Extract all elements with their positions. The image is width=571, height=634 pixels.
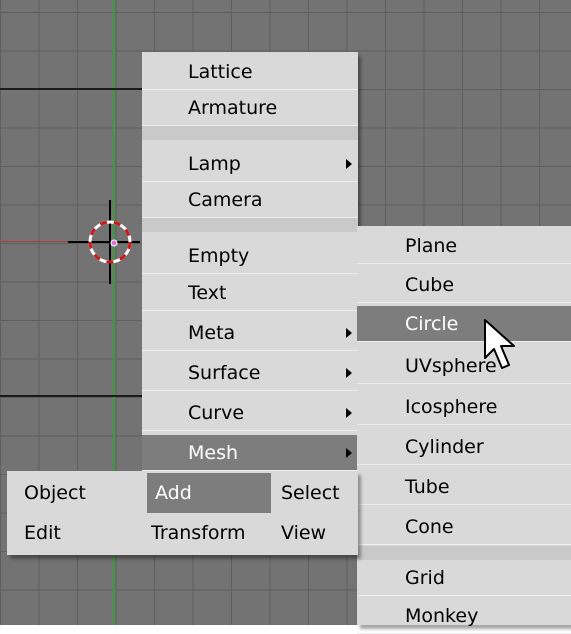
menu-edit-label: Edit: [24, 522, 61, 544]
menu-item-label: Mesh: [188, 442, 239, 464]
mouse-pointer-icon: [484, 319, 515, 369]
menu-item-label: Text: [188, 282, 227, 304]
menu-separator: [357, 546, 571, 560]
mesh-item-uvsphere[interactable]: UVsphere: [357, 348, 571, 384]
submenu-arrow-icon: [346, 448, 352, 458]
menu-select[interactable]: Select: [277, 473, 358, 513]
submenu-arrow-icon: [346, 408, 352, 418]
menu-object[interactable]: Object: [7, 473, 147, 513]
menu-view-label: View: [281, 522, 327, 544]
menu-item-lattice[interactable]: Lattice: [142, 54, 358, 90]
menu-item-label: Cone: [405, 516, 454, 538]
menu-item-label: Lamp: [188, 153, 241, 175]
menu-add-label: Add: [155, 482, 192, 504]
menu-item-label: Tube: [405, 476, 450, 498]
mesh-submenu: Plane Cube Circle UVsphere Icosphere Cyl…: [357, 226, 571, 634]
menu-select-label: Select: [281, 482, 340, 504]
menu-item-label: Camera: [188, 189, 263, 211]
object-edge-top: [0, 88, 142, 90]
object-edge-bottom: [0, 395, 142, 397]
submenu-arrow-icon: [346, 159, 352, 169]
mesh-item-circle[interactable]: Circle: [357, 306, 571, 342]
menu-item-empty[interactable]: Empty: [142, 238, 358, 274]
menu-add[interactable]: Add: [147, 473, 271, 513]
3d-cursor-icon[interactable]: [68, 200, 148, 290]
menu-item-label: Monkey: [405, 605, 479, 627]
menu-item-label: Plane: [405, 235, 458, 257]
add-menu: Lattice Armature Lamp Camera Empty Text …: [142, 52, 358, 471]
mesh-item-plane[interactable]: Plane: [357, 228, 571, 264]
menu-separator: [142, 126, 358, 140]
menu-item-armature[interactable]: Armature: [142, 90, 358, 126]
menu-transform-label: Transform: [151, 522, 246, 544]
menu-item-lamp[interactable]: Lamp: [142, 146, 358, 182]
menu-item-label: Armature: [188, 97, 278, 119]
mesh-item-cone[interactable]: Cone: [357, 509, 571, 545]
menu-separator: [142, 218, 358, 232]
mesh-item-cube[interactable]: Cube: [357, 267, 571, 303]
menu-item-label: Surface: [188, 362, 261, 384]
menu-item-label: Grid: [405, 567, 445, 589]
mesh-item-icosphere[interactable]: Icosphere: [357, 389, 571, 425]
menu-item-label: Icosphere: [405, 396, 498, 418]
menu-item-surface[interactable]: Surface: [142, 355, 358, 391]
menu-item-label: Circle: [405, 313, 459, 335]
menu-edit[interactable]: Edit: [7, 513, 147, 553]
mesh-item-cylinder[interactable]: Cylinder: [357, 429, 571, 465]
header-menu: Object Add Select Edit Transform View: [7, 471, 358, 555]
menu-object-label: Object: [24, 482, 86, 504]
menu-item-label: Curve: [188, 402, 245, 424]
mesh-item-monkey[interactable]: Monkey: [357, 598, 571, 634]
submenu-arrow-icon: [346, 328, 352, 338]
mesh-item-grid[interactable]: Grid: [357, 560, 571, 596]
menu-item-mesh[interactable]: Mesh: [142, 435, 358, 471]
menu-item-label: Empty: [188, 245, 250, 267]
menu-item-curve[interactable]: Curve: [142, 395, 358, 431]
menu-item-label: Meta: [188, 322, 236, 344]
menu-transform[interactable]: Transform: [147, 513, 277, 553]
submenu-arrow-icon: [346, 368, 352, 378]
menu-item-camera[interactable]: Camera: [142, 182, 358, 218]
menu-item-label: Cylinder: [405, 436, 484, 458]
menu-item-meta[interactable]: Meta: [142, 315, 358, 351]
menu-item-label: Cube: [405, 274, 455, 296]
menu-item-label: Lattice: [188, 61, 253, 83]
mesh-item-tube[interactable]: Tube: [357, 469, 571, 505]
menu-view[interactable]: View: [277, 513, 358, 553]
menu-item-text[interactable]: Text: [142, 275, 358, 311]
